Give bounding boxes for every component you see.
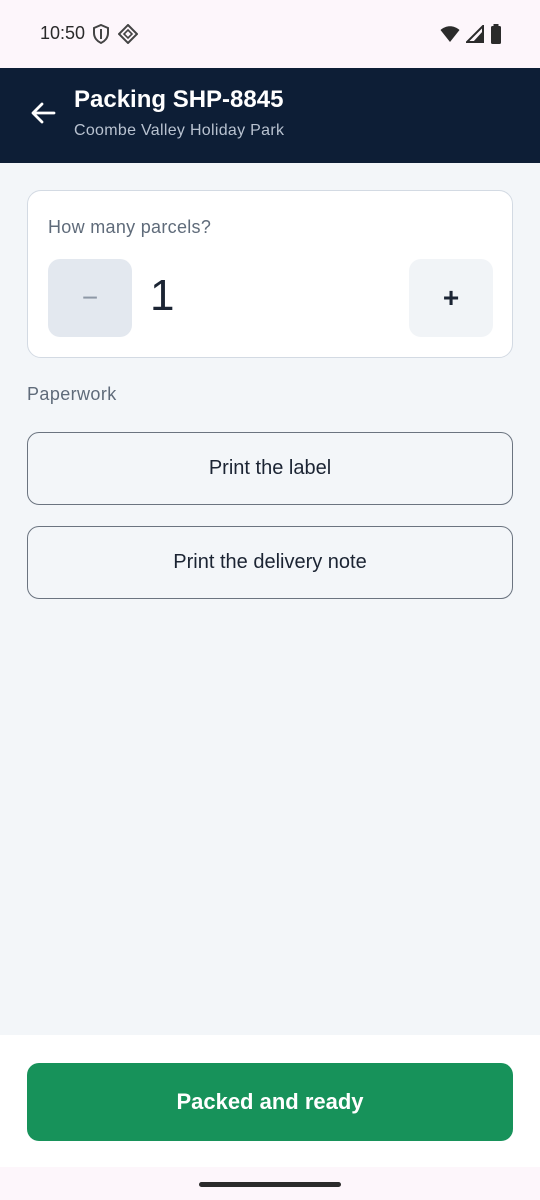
status-bar: 10:50 [0,0,540,68]
home-indicator[interactable] [199,1182,341,1187]
signal-icon [464,23,484,48]
print-delivery-note-button[interactable]: Print the delivery note [27,526,513,599]
parcel-count-question: How many parcels? [48,217,212,237]
parcel-count-card: How many parcels? − 1 + [27,190,513,358]
back-button[interactable] [22,94,64,136]
page-subtitle: Coombe Valley Holiday Park [74,122,285,139]
gesture-nav-bar [0,1167,540,1200]
packed-and-ready-button[interactable]: Packed and ready [27,1063,513,1141]
screen: 10:50 Packing SHP-8845 Coombe Valley Hol… [0,0,540,1200]
status-time: 10:50 [40,23,86,43]
shield-icon [92,23,110,49]
print-label-button[interactable]: Print the label [27,432,513,505]
bottom-action-bar: Packed and ready [0,1035,540,1167]
paperwork-section-label: Paperwork [27,384,117,404]
plus-icon: + [442,282,460,313]
battery-icon [490,24,502,49]
app-bar: Packing SHP-8845 Coombe Valley Holiday P… [0,68,540,163]
arrow-left-icon [30,101,56,130]
decrement-button[interactable]: − [48,259,132,337]
page-title: Packing SHP-8845 [74,86,284,113]
increment-button[interactable]: + [409,259,493,337]
status-right-icons [440,23,502,49]
wifi-icon [440,25,460,48]
status-left-icons [92,23,139,49]
network-icon [117,23,139,49]
minus-icon: − [81,282,99,313]
parcel-count-value: 1 [150,271,175,320]
